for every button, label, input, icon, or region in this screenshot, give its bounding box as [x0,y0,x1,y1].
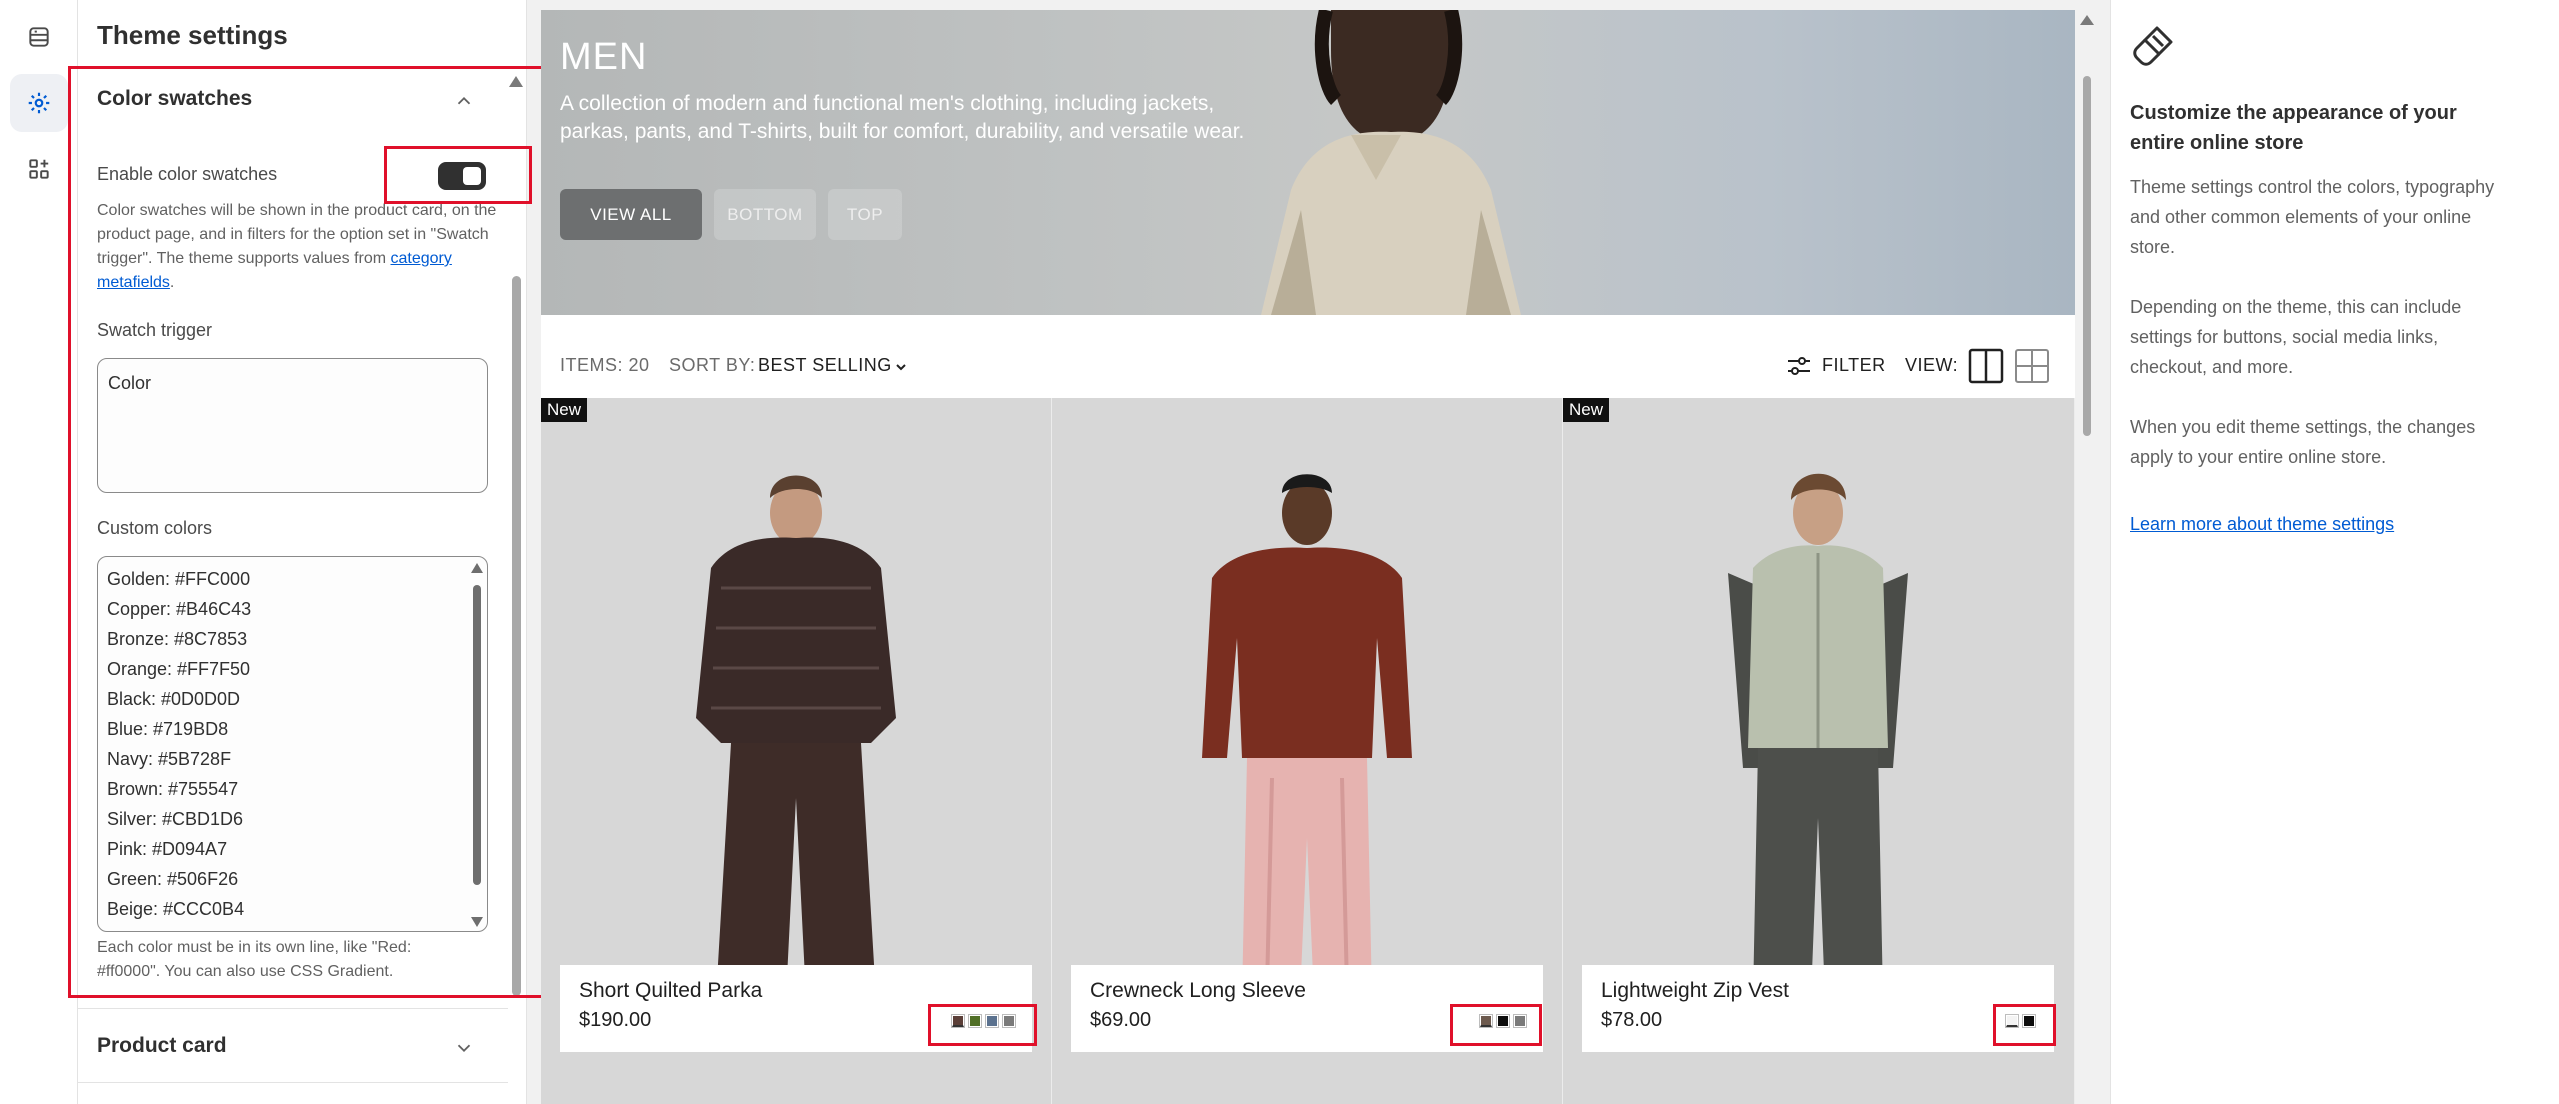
section-divider [78,1082,508,1083]
chevron-down-icon[interactable] [453,1037,475,1059]
highlight-color-swatches-section [68,66,557,998]
info-paragraph-2: Depending on the theme, this can include… [2130,297,2462,377]
section-divider [78,1008,508,1009]
product-card[interactable]: New Lightweight Zip Vest $78.00 [1563,398,2075,1104]
info-paragraph-1: Theme settings control the colors, typog… [2130,177,2495,257]
product-info: Lightweight Zip Vest $78.00 [1582,965,2054,1052]
left-rail [0,0,78,1104]
new-badge: New [1563,398,1610,422]
product-image [1728,473,1908,998]
product-card-header[interactable]: Product card [97,1034,227,1058]
preview-scroll-thumb[interactable] [2083,76,2091,436]
product-image [696,475,896,998]
product-card[interactable]: Crewneck Long Sleeve $69.00 [1052,398,1563,1104]
highlight-swatches-card-3 [1993,1004,2056,1046]
collection-hero: MEN A collection of modern and functiona… [541,10,2075,315]
items-count: ITEMS: 20 [560,355,650,375]
collection-description: A collection of modern and functional me… [560,92,1245,143]
product-image [1202,474,1412,998]
paint-brush-icon [2133,26,2173,66]
highlight-enable-toggle [384,146,532,204]
settings-title: Theme settings [97,20,288,50]
gear-icon [28,92,50,114]
product-name[interactable]: Short Quilted Parka [579,979,762,1003]
apps-icon [29,159,49,179]
info-paragraph-3: When you edit theme settings, the change… [2130,417,2476,467]
hero-model-image [1261,10,1521,315]
chevron-down-icon[interactable] [893,359,909,375]
sections-icon [29,27,49,47]
product-name[interactable]: Lightweight Zip Vest [1601,979,1789,1003]
bottom-button[interactable]: BOTTOM [714,189,816,240]
filter-button[interactable]: FILTER [1822,355,1886,376]
view-all-button[interactable]: VIEW ALL [560,189,702,240]
highlight-swatches-card-1 [928,1004,1037,1046]
theme-settings-nav-button[interactable] [10,74,68,132]
grid-view-icon[interactable] [2014,348,2050,384]
two-column-view-icon[interactable] [1968,348,2004,384]
product-price: $190.00 [579,1009,652,1031]
filter-icon[interactable] [1786,355,1812,377]
preview-scroll-up[interactable] [2080,15,2094,25]
preview-scrollbar[interactable] [2080,10,2094,1104]
product-grid: New Short Quilted Parka $190.00 Crewneck… [541,398,2075,1104]
collection-title: MEN [560,36,648,78]
view-label: VIEW: [1905,355,1959,375]
product-price: $69.00 [1090,1009,1152,1031]
info-heading: Customize the appearance of your entire … [2130,102,2457,154]
sections-nav-button[interactable] [10,8,68,66]
learn-more-link[interactable]: Learn more about theme settings [2130,514,2394,535]
new-badge: New [541,398,588,422]
sort-label: SORT BY: [669,355,756,375]
top-button[interactable]: TOP [828,189,902,240]
highlight-swatches-card-2 [1450,1004,1542,1046]
product-name[interactable]: Crewneck Long Sleeve [1090,979,1306,1003]
store-preview: MEN A collection of modern and functiona… [541,10,2075,1104]
collection-toolbar: ITEMS: 20 SORT BY: BEST SELLING FILTER V… [541,315,2075,405]
apps-nav-button[interactable] [10,140,68,198]
info-panel: Customize the appearance of your entire … [2110,0,2559,1104]
sort-select[interactable]: BEST SELLING [758,355,892,376]
product-price: $78.00 [1601,1009,1663,1031]
product-card[interactable]: New Short Quilted Parka $190.00 [541,398,1052,1104]
theme-editor: Theme settings Color swatches Enable col… [0,0,2559,1104]
